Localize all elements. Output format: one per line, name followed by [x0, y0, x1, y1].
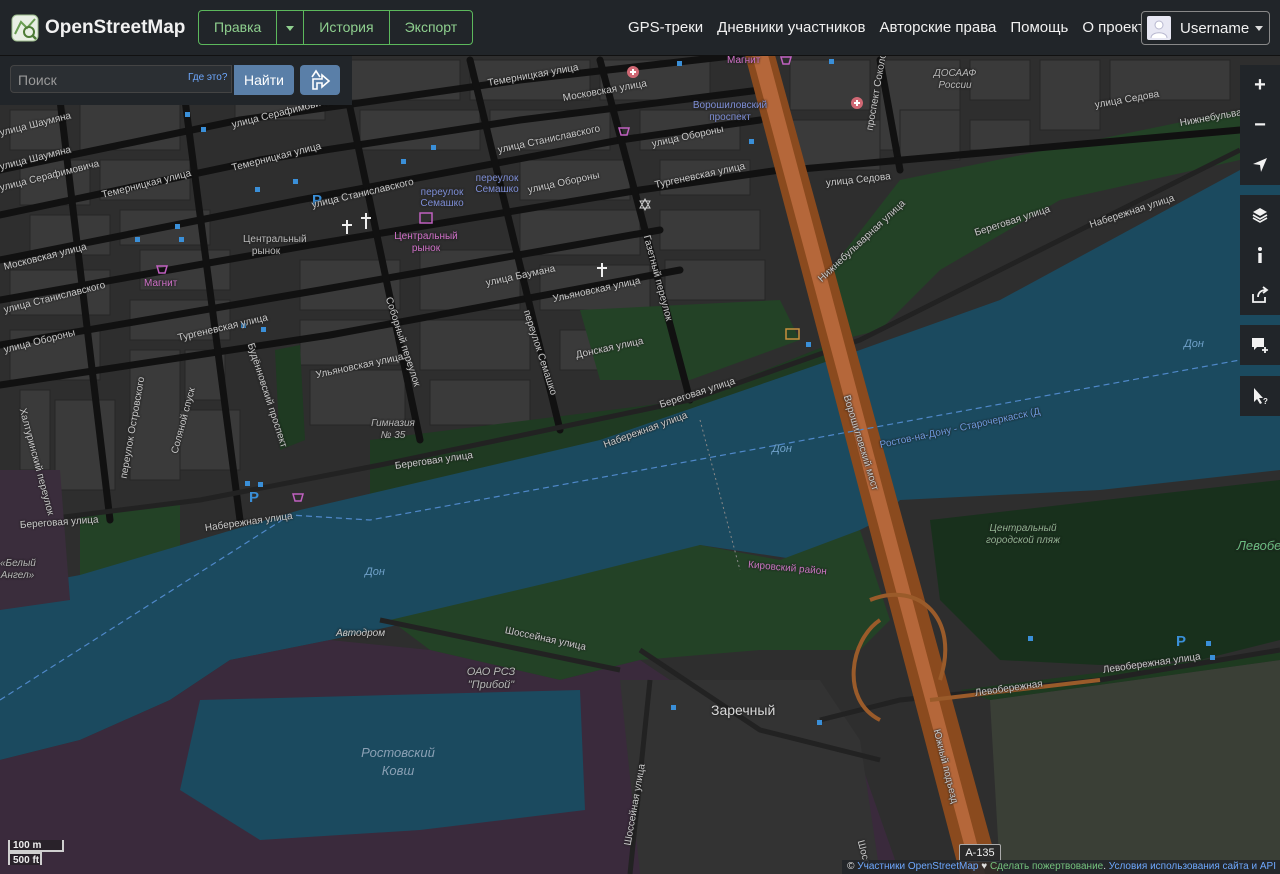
scale-imperial: 500 ft	[8, 852, 42, 866]
poi-label: Центральный рынок	[243, 234, 307, 257]
comment-plus-icon	[1252, 338, 1268, 353]
place-label: Заречный	[711, 702, 776, 718]
history-button[interactable]: История	[304, 11, 390, 44]
street-label: переулок Семашко	[475, 173, 519, 195]
chevron-down-icon	[286, 25, 295, 31]
edit-dropdown-toggle[interactable]	[277, 11, 305, 44]
share-button[interactable]	[1240, 275, 1280, 315]
map-tools	[1240, 195, 1280, 315]
cursor-question-icon: ?	[1254, 388, 1268, 405]
area-label: Центральный городской пляж	[985, 523, 1061, 546]
map-canvas[interactable]: PPP Темерницкая улица Московская улица В…	[0, 0, 1280, 874]
note-control	[1240, 325, 1280, 365]
area-label: Левобе	[1237, 538, 1280, 553]
where-is-this-link[interactable]: Где это?	[188, 72, 227, 83]
zoom-out-button[interactable]: −	[1240, 105, 1280, 145]
layers-button[interactable]	[1240, 195, 1280, 235]
zoom-controls: + −	[1240, 65, 1280, 185]
avatar	[1147, 16, 1171, 40]
svg-text:P: P	[249, 489, 259, 506]
username-label: Username	[1180, 19, 1250, 37]
user-menu-button[interactable]: Username	[1141, 11, 1270, 45]
scale-metric: 100 m	[8, 840, 64, 852]
attribution: © Участники OpenStreetMap ♥ Сделать поже…	[842, 860, 1280, 874]
donate-link[interactable]: Сделать пожертвование	[990, 861, 1103, 872]
poi-label: Магнит	[727, 55, 761, 66]
area-label: ОАО РСЗ "Прибой"	[466, 666, 516, 691]
svg-text:?: ?	[1263, 397, 1268, 405]
query-control: ?	[1240, 376, 1280, 416]
area-label: ДОСААФ России	[933, 68, 977, 91]
add-note-button[interactable]	[1240, 325, 1280, 365]
chevron-down-icon	[1255, 25, 1264, 31]
street-label: переулок Семашко	[420, 187, 464, 209]
water-label: Дон	[772, 443, 792, 455]
contributors-link[interactable]: Участники OpenStreetMap	[857, 861, 978, 872]
area-label: «Белый Ангел»	[0, 558, 36, 581]
location-arrow-icon	[1253, 158, 1267, 172]
directions-icon	[311, 69, 331, 90]
search-button[interactable]: Найти	[234, 65, 294, 95]
scale-bar: 100 m 500 ft	[8, 840, 64, 866]
svg-text:P: P	[1176, 633, 1186, 650]
directions-button[interactable]	[300, 65, 340, 95]
nav-links: GPS-треки Дневники участников Авторские …	[628, 0, 1167, 55]
water-label: Дон	[1184, 338, 1204, 350]
nav-gps-traces[interactable]: GPS-треки	[628, 19, 703, 36]
nav-help[interactable]: Помощь	[1010, 19, 1068, 36]
brand-name: OpenStreetMap	[45, 16, 186, 38]
edit-button[interactable]: Правка	[199, 11, 278, 44]
info-icon	[1258, 247, 1262, 263]
poi-label: Магнит	[144, 278, 178, 289]
water-label: Дон	[365, 566, 385, 578]
nav-copyright[interactable]: Авторские права	[879, 19, 996, 36]
export-button[interactable]: Экспорт	[390, 11, 473, 44]
zoom-in-button[interactable]: +	[1240, 65, 1280, 105]
nav-user-diaries[interactable]: Дневники участников	[717, 19, 865, 36]
attribution-prefix: ©	[847, 861, 858, 872]
osm-logo-icon	[11, 14, 39, 41]
layers-icon	[1252, 208, 1268, 223]
share-icon	[1252, 286, 1269, 303]
edit-button-group: Правка История Экспорт	[198, 10, 474, 45]
map-key-button[interactable]	[1240, 235, 1280, 275]
area-label: Автодром	[336, 628, 386, 639]
street-label: Ворошиловский проспект	[692, 100, 768, 123]
brand-logo[interactable]: OpenStreetMap	[11, 14, 185, 42]
user-icon	[1150, 20, 1168, 39]
query-features-button[interactable]: ?	[1240, 376, 1280, 416]
top-navbar: OpenStreetMap Правка История Экспорт GPS…	[0, 0, 1280, 56]
area-label: Гимназия № 35	[371, 418, 415, 441]
locate-button[interactable]	[1240, 145, 1280, 185]
attribution-heart: ♥	[978, 861, 990, 872]
water-label: Ростовский Ковш	[361, 745, 435, 778]
terms-link[interactable]: Условия использования сайта и API	[1109, 861, 1276, 872]
search-bar: Поиск Где это? Найти	[0, 55, 352, 105]
poi-label: Центральный рынок	[394, 231, 458, 254]
